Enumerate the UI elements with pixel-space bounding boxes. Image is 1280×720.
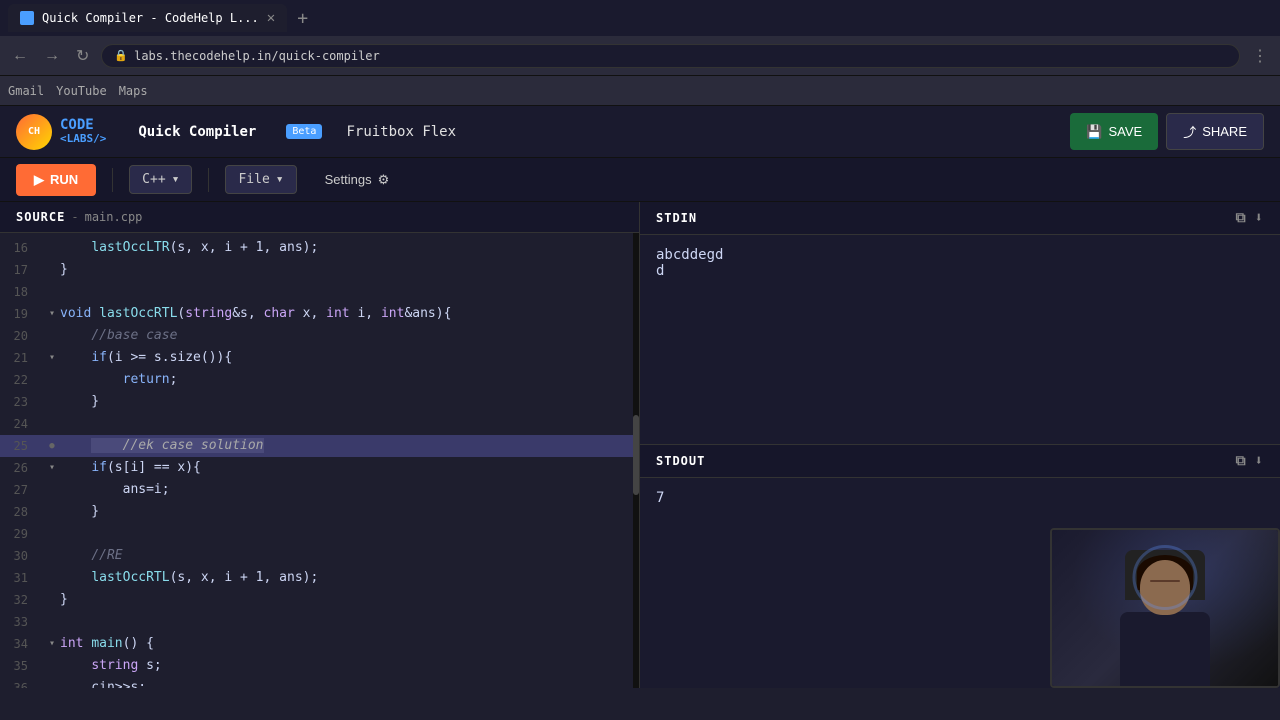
person-silhouette — [1052, 530, 1278, 686]
run-button[interactable]: ▶ RUN — [16, 164, 96, 196]
refresh-button[interactable]: ↻ — [72, 42, 93, 70]
stdout-actions: ⧉ ⬇ — [1236, 453, 1264, 469]
code-line-20: 20 //base case — [0, 325, 639, 347]
settings-gear-icon: ⚙ — [378, 172, 390, 188]
address-bar[interactable]: 🔒 labs.thecodehelp.in/quick-compiler — [101, 44, 1240, 68]
scrollbar-thumb[interactable] — [633, 415, 639, 495]
file-menu[interactable]: File ▾ — [225, 165, 296, 194]
download-stdout-icon[interactable]: ⬇ — [1255, 453, 1264, 469]
share-icon: ⤴ — [1183, 122, 1196, 141]
body-element — [1120, 612, 1210, 686]
stdin-title: STDIN — [656, 211, 697, 225]
app-header: CH CODE <LABS/> Quick Compiler Beta Frui… — [0, 106, 1280, 158]
browser-controls: ← → ↻ 🔒 labs.thecodehelp.in/quick-compil… — [0, 36, 1280, 76]
code-line-17: 17 } — [0, 259, 639, 281]
logo-text: CODE <LABS/> — [60, 118, 106, 145]
stdin-actions: ⧉ ⬇ — [1236, 210, 1264, 226]
nav-quick-compiler[interactable]: Quick Compiler — [138, 124, 256, 140]
copy-icon[interactable]: ⧉ — [1236, 210, 1247, 226]
code-line-22: 22 return; — [0, 369, 639, 391]
play-icon: ▶ — [34, 172, 44, 188]
new-tab-button[interactable]: + — [291, 8, 314, 29]
tab-favicon — [20, 11, 34, 25]
code-line-26: 26 ▾ if(s[i] == x){ — [0, 457, 639, 479]
code-line-33: 33 — [0, 611, 639, 633]
stdin-line1: abcddegd — [656, 247, 1264, 263]
code-line-35: 35 string s; — [0, 655, 639, 677]
code-line-23: 23 } — [0, 391, 639, 413]
stdin-line2: d — [656, 263, 1264, 279]
scrollbar-track — [633, 233, 639, 688]
chevron-down-icon: ▾ — [172, 172, 180, 187]
divider-1 — [112, 168, 113, 192]
webcam-video — [1052, 530, 1278, 686]
stdout-title: STDOUT — [656, 454, 705, 468]
source-filename: main.cpp — [85, 210, 143, 224]
save-button[interactable]: 💾 SAVE — [1070, 113, 1158, 150]
toolbar: ▶ RUN C++ ▾ File ▾ Settings ⚙ — [0, 158, 1280, 202]
copy-stdout-icon[interactable]: ⧉ — [1236, 453, 1247, 469]
browser-chrome: Quick Compiler - CodeHelp L... ✕ + ← → ↻… — [0, 0, 1280, 106]
code-line-25: 25 ● //ek case solution — [0, 435, 639, 457]
code-line-32: 32 } — [0, 589, 639, 611]
main-content: SOURCE - main.cpp 16 lastOccLTR(s, x, i … — [0, 202, 1280, 688]
extensions-button[interactable]: ⋮ — [1248, 42, 1272, 70]
stdin-header: STDIN ⧉ ⬇ — [640, 202, 1280, 235]
logo: CH CODE <LABS/> — [16, 114, 106, 150]
share-button[interactable]: ⤴ SHARE — [1166, 113, 1264, 150]
download-icon[interactable]: ⬇ — [1255, 210, 1264, 226]
code-line-24: 24 — [0, 413, 639, 435]
address-text: labs.thecodehelp.in/quick-compiler — [134, 49, 380, 63]
code-line-18: 18 — [0, 281, 639, 303]
source-header: SOURCE - main.cpp — [0, 202, 639, 233]
code-line-28: 28 } — [0, 501, 639, 523]
source-title: SOURCE — [16, 210, 65, 224]
bookmark-youtube[interactable]: YouTube — [56, 84, 107, 98]
stdout-header: STDOUT ⧉ ⬇ — [640, 445, 1280, 478]
tab-title: Quick Compiler - CodeHelp L... — [42, 11, 259, 25]
stdin-content[interactable]: abcddegd d — [640, 235, 1280, 444]
code-line-21: 21 ▾ if(i >= s.size()){ — [0, 347, 639, 369]
glow-ring — [1133, 545, 1198, 610]
language-selector[interactable]: C++ ▾ — [129, 165, 192, 194]
bookmarks-bar: Gmail YouTube Maps — [0, 76, 1280, 106]
code-line-16: 16 lastOccLTR(s, x, i + 1, ans); — [0, 237, 639, 259]
lock-icon: 🔒 — [114, 49, 128, 62]
code-editor[interactable]: 16 lastOccLTR(s, x, i + 1, ans); 17 } 18… — [0, 233, 639, 688]
stdout-value: 7 — [656, 490, 1264, 506]
tab-close-button[interactable]: ✕ — [267, 10, 275, 26]
active-tab[interactable]: Quick Compiler - CodeHelp L... ✕ — [8, 4, 287, 32]
code-line-36: 36 cin>>s; — [0, 677, 639, 688]
webcam-overlay — [1050, 528, 1280, 688]
code-lines: 16 lastOccLTR(s, x, i + 1, ans); 17 } 18… — [0, 233, 639, 688]
beta-badge: Beta — [286, 124, 322, 139]
chevron-down-icon: ▾ — [276, 172, 284, 187]
header-actions: 💾 SAVE ⤴ SHARE — [1070, 113, 1264, 150]
stdin-panel: STDIN ⧉ ⬇ abcddegd d — [640, 202, 1280, 445]
divider-2 — [208, 168, 209, 192]
bookmark-gmail[interactable]: Gmail — [8, 84, 44, 98]
code-line-31: 31 lastOccRTL(s, x, i + 1, ans); — [0, 567, 639, 589]
code-line-27: 27 ans=i; — [0, 479, 639, 501]
code-line-34: 34 ▾ int main() { — [0, 633, 639, 655]
code-line-30: 30 //RE — [0, 545, 639, 567]
stdout-panel: STDOUT ⧉ ⬇ 7 — [640, 445, 1280, 688]
code-line-19: 19 ▾ void lastOccRTL(string&s, char x, i… — [0, 303, 639, 325]
source-panel: SOURCE - main.cpp 16 lastOccLTR(s, x, i … — [0, 202, 640, 688]
code-line-29: 29 — [0, 523, 639, 545]
bookmark-maps[interactable]: Maps — [119, 84, 148, 98]
back-button[interactable]: ← — [8, 43, 32, 69]
nav-links: Quick Compiler Beta Fruitbox Flex — [138, 124, 1054, 140]
logo-icon: CH — [16, 114, 52, 150]
right-panel: STDIN ⧉ ⬇ abcddegd d STDOUT ⧉ ⬇ 7 — [640, 202, 1280, 688]
settings-button[interactable]: Settings ⚙ — [313, 166, 402, 194]
tab-bar: Quick Compiler - CodeHelp L... ✕ + — [0, 0, 1280, 36]
save-icon: 💾 — [1086, 124, 1102, 140]
forward-button[interactable]: → — [40, 43, 64, 69]
nav-fruitbox[interactable]: Fruitbox Flex — [346, 124, 456, 140]
